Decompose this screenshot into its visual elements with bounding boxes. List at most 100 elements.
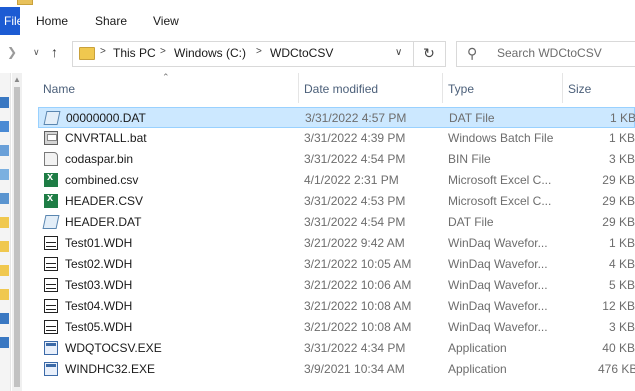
this-pc-icon[interactable] [0,313,9,324]
recent-locations-chevron-icon[interactable]: ∨ [33,47,40,58]
file-date: 3/21/2022 9:42 AM [304,236,405,250]
file-date: 3/9/2021 10:34 AM [304,362,405,376]
breadcrumb-wdctocsv[interactable]: WDCtoCSV [270,46,333,60]
folder-icon[interactable] [0,217,9,228]
file-row[interactable]: Test04.WDH 3/21/2022 10:08 AM WinDaq Wav… [38,296,635,317]
folder-icon[interactable] [0,265,9,276]
windaq-waveform-icon [44,320,58,334]
nav-pane-scrollbar[interactable]: ▲ [12,73,22,391]
search-placeholder: Search WDCtoCSV [497,46,602,60]
file-row[interactable]: Test05.WDH 3/21/2022 10:08 AM WinDaq Wav… [38,317,635,338]
downloads-icon[interactable] [0,145,9,156]
column-header-type[interactable]: Type [448,82,474,96]
tab-home[interactable]: Home [36,7,68,35]
file-size: 476 KB [598,362,635,376]
file-row[interactable]: Test03.WDH 3/21/2022 10:06 AM WinDaq Wav… [38,275,635,296]
file-type: Microsoft Excel C... [448,173,552,187]
file-row[interactable]: Test01.WDH 3/21/2022 9:42 AM WinDaq Wave… [38,233,635,254]
file-size: 1 KB [608,236,635,250]
address-row: ❯ ∨ ↑ > This PC > Windows (C:) > WDCtoCS… [0,35,635,73]
documents-icon[interactable] [0,169,9,180]
column-divider[interactable] [562,73,563,103]
batch-file-icon [44,131,58,145]
scrollbar-thumb[interactable] [14,87,20,387]
pictures-icon[interactable] [0,193,9,204]
up-arrow-icon[interactable]: ↑ [51,44,58,60]
column-header-date-modified[interactable]: Date modified [304,82,378,96]
file-date: 3/31/2022 4:57 PM [305,111,407,125]
file-type: Windows Batch File [448,131,554,145]
address-bar[interactable]: > This PC > Windows (C:) > WDCtoCSV ∨ ↻ [72,41,446,67]
column-divider[interactable] [298,73,299,103]
drive-icon[interactable] [0,337,9,348]
file-date: 3/31/2022 4:54 PM [304,152,406,166]
file-size: 1 KB [609,111,635,125]
file-type: WinDaq Wavefor... [448,257,548,271]
file-size: 4 KB [608,257,635,271]
pane-divider[interactable] [10,73,11,391]
breadcrumb-chevron-icon: > [100,46,106,57]
file-name: Test02.WDH [65,257,133,271]
file-name: HEADER.DAT [65,215,142,229]
file-size: 5 KB [608,278,635,292]
file-type: BIN File [448,152,491,166]
file-size: 40 KB [602,341,635,355]
file-type: WinDaq Wavefor... [448,236,548,250]
excel-csv-icon [44,192,58,208]
file-date: 3/31/2022 4:39 PM [304,131,406,145]
file-row[interactable]: HEADER.DAT 3/31/2022 4:54 PM DAT File 29… [38,212,635,233]
file-row[interactable]: WINDHC32.EXE 3/9/2021 10:34 AM Applicati… [38,359,635,380]
file-type: Application [448,341,507,355]
file-row[interactable]: 00000000.DAT 3/31/2022 4:57 PM DAT File … [38,107,635,128]
file-size: 12 KB [602,299,635,313]
refresh-icon[interactable]: ↻ [414,45,444,62]
file-type: DAT File [448,215,494,229]
breadcrumb-this-pc[interactable]: This PC [113,46,156,60]
file-row[interactable]: Test02.WDH 3/21/2022 10:05 AM WinDaq Wav… [38,254,635,275]
bin-file-icon [44,152,58,166]
file-date: 3/31/2022 4:54 PM [304,215,406,229]
file-row[interactable]: HEADER.CSV 3/31/2022 4:53 PM Microsoft E… [38,191,635,212]
breadcrumb-chevron-icon: > [256,46,262,57]
file-size: 1 KB [608,131,635,145]
scroll-up-arrow-icon[interactable]: ▲ [13,75,21,84]
file-name: combined.csv [65,173,139,187]
file-type: Application [448,362,507,376]
application-icon [44,362,58,376]
file-size: 29 KB [602,173,635,187]
file-name: WINDHC32.EXE [65,362,156,376]
column-header-name[interactable]: Name [43,82,75,96]
file-row[interactable]: combined.csv 4/1/2022 2:31 PM Microsoft … [38,170,635,191]
file-name: Test05.WDH [65,320,133,334]
tab-share[interactable]: Share [95,7,127,35]
search-icon: ⚲ [467,45,478,61]
file-size: 29 KB [602,194,635,208]
windaq-waveform-icon [44,257,58,271]
desktop-icon[interactable] [0,121,9,132]
tab-file[interactable]: File [0,7,20,35]
column-header-size[interactable]: Size [568,82,591,96]
tab-view[interactable]: View [153,7,179,35]
search-input[interactable]: ⚲ Search WDCtoCSV [456,41,635,67]
address-dropdown-chevron-icon[interactable]: ∨ [395,47,402,58]
folder-icon[interactable] [0,241,9,252]
file-name: CNVRTALL.bat [65,131,147,145]
file-row[interactable]: CNVRTALL.bat 3/31/2022 4:39 PM Windows B… [38,128,635,149]
column-divider[interactable] [442,73,443,103]
forward-arrow-icon[interactable]: ❯ [7,45,17,59]
folder-icon[interactable] [0,289,9,300]
file-size: 3 KB [608,152,635,166]
quick-access-icon[interactable] [0,97,9,108]
file-date: 3/21/2022 10:08 AM [304,299,412,313]
dat-file-icon [43,111,61,125]
file-date: 3/31/2022 4:34 PM [304,341,406,355]
windaq-waveform-icon [44,236,58,250]
file-row[interactable]: WDQTOCSV.EXE 3/31/2022 4:34 PM Applicati… [38,338,635,359]
breadcrumb-chevron-icon: > [160,46,166,57]
windaq-waveform-icon [44,278,58,292]
file-date: 4/1/2022 2:31 PM [304,173,399,187]
file-type: WinDaq Wavefor... [448,278,548,292]
file-name: codaspar.bin [65,152,134,166]
breadcrumb-windows-c[interactable]: Windows (C:) [174,46,246,60]
file-row[interactable]: codaspar.bin 3/31/2022 4:54 PM BIN File … [38,149,635,170]
